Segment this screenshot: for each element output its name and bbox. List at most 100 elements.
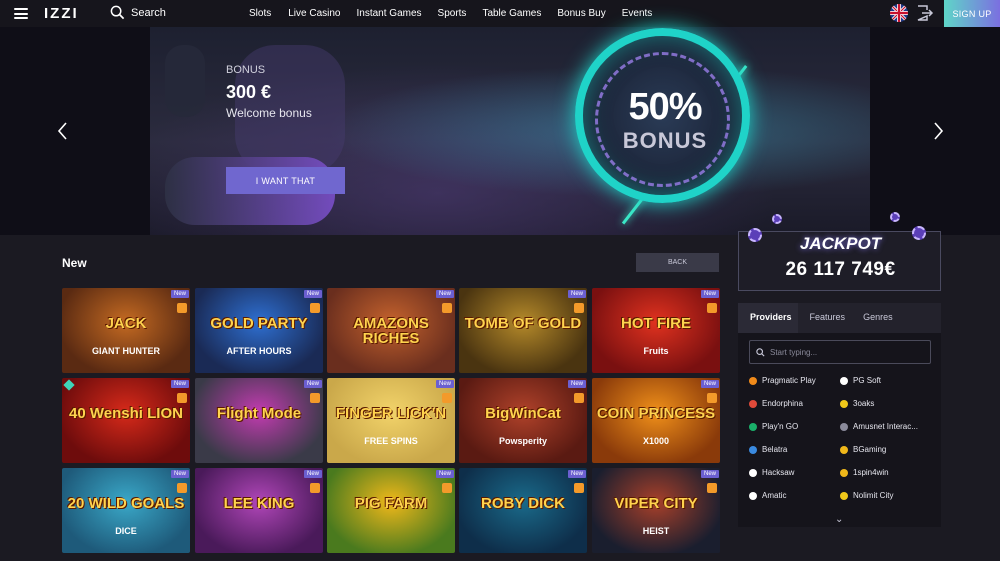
- new-badge: New: [303, 470, 322, 478]
- provider-logo-icon: [840, 491, 848, 500]
- trophy-icon: [574, 393, 584, 403]
- filter-tabs: Providers Features Genres: [738, 303, 941, 333]
- search-icon: [110, 5, 125, 20]
- provider-item[interactable]: Hacksaw: [749, 468, 839, 477]
- tab-providers[interactable]: Providers: [738, 303, 798, 333]
- search-button[interactable]: Search: [110, 5, 166, 20]
- signup-button[interactable]: SIGN UP: [944, 0, 1000, 27]
- nav-item-instant-games[interactable]: Instant Games: [357, 8, 422, 19]
- provider-item[interactable]: PG Soft: [840, 376, 930, 385]
- game-tile[interactable]: HOT FIRE Fruits New: [592, 288, 720, 373]
- game-tile[interactable]: LEE KING New: [195, 468, 323, 553]
- game-title: PIG FARM: [354, 495, 428, 512]
- game-title: AMAZONS RICHES: [353, 315, 429, 347]
- logo[interactable]: IZZI: [44, 5, 79, 22]
- provider-logo-icon: [840, 468, 848, 477]
- game-title: Flight Mode: [216, 405, 302, 422]
- game-tile[interactable]: BigWinCat Powsperity New: [459, 378, 587, 463]
- gem-icon: [63, 379, 75, 391]
- game-subtitle: AFTER HOURS: [226, 346, 292, 356]
- trophy-icon: [707, 393, 717, 403]
- trophy-icon: [574, 483, 584, 493]
- game-tile[interactable]: AMAZONS RICHES New: [327, 288, 455, 373]
- casino-chip-icon: [912, 226, 926, 240]
- nav-item-table-games[interactable]: Table Games: [482, 8, 541, 19]
- provider-item[interactable]: Belatra: [749, 445, 839, 454]
- next-slide-icon[interactable]: [933, 121, 945, 141]
- game-tile[interactable]: COIN PRINCESS X1000 New: [592, 378, 720, 463]
- provider-item[interactable]: Play'n GO: [749, 422, 839, 431]
- search-label: Search: [131, 6, 166, 19]
- login-icon[interactable]: [914, 3, 934, 23]
- nav-item-bonus-buy[interactable]: Bonus Buy: [557, 8, 605, 19]
- claim-bonus-button[interactable]: I WANT THAT: [226, 167, 345, 194]
- hero-graphic-word: BONUS: [622, 128, 708, 153]
- game-tile[interactable]: Flight Mode New: [195, 378, 323, 463]
- provider-logo-icon: [840, 445, 848, 454]
- game-title: 20 WILD GOALS: [67, 495, 185, 512]
- nav-item-events[interactable]: Events: [622, 8, 653, 19]
- trophy-icon: [442, 303, 452, 313]
- nav-item-live-casino[interactable]: Live Casino: [288, 8, 340, 19]
- provider-item[interactable]: Endorphina: [749, 399, 839, 408]
- provider-logo-icon: [840, 399, 848, 408]
- new-badge: New: [567, 380, 586, 388]
- back-button[interactable]: BACK: [636, 253, 719, 272]
- game-tile[interactable]: 40 Wenshi LION New: [62, 378, 190, 463]
- nav-item-slots[interactable]: Slots: [249, 8, 271, 19]
- game-subtitle: FREE SPINS: [364, 436, 418, 446]
- provider-logo-icon: [840, 422, 848, 431]
- game-subtitle: Powsperity: [498, 436, 547, 446]
- main-nav: Slots Live Casino Instant Games Sports T…: [249, 8, 652, 19]
- game-tile[interactable]: ROBY DICK New: [459, 468, 587, 553]
- providers-list: Pragmatic Play PG Soft Endorphina 3oaks Play…: [738, 333, 941, 527]
- provider-item[interactable]: Amusnet Interac...: [840, 422, 930, 431]
- tab-genres[interactable]: Genres: [851, 303, 899, 333]
- provider-name: Hacksaw: [762, 468, 795, 477]
- game-subtitle: DICE: [115, 526, 137, 536]
- game-tile[interactable]: GOLD PARTY AFTER HOURS New: [195, 288, 323, 373]
- trophy-icon: [177, 303, 187, 313]
- jackpot-label: JACKPOT: [799, 234, 882, 253]
- hero-label: BONUS: [226, 64, 266, 76]
- trophy-icon: [442, 483, 452, 493]
- provider-name: Play'n GO: [762, 422, 799, 431]
- chevron-down-icon[interactable]: ⌄: [835, 514, 843, 525]
- provider-name: BGaming: [853, 445, 887, 454]
- provider-logo-icon: [749, 491, 757, 500]
- provider-search[interactable]: [749, 340, 931, 364]
- hero-banner: [0, 27, 1000, 235]
- provider-item[interactable]: Amatic: [749, 491, 839, 500]
- new-badge: New: [435, 290, 454, 298]
- provider-name: 1spin4win: [853, 468, 889, 477]
- nav-item-sports[interactable]: Sports: [438, 8, 467, 19]
- new-badge: New: [700, 470, 719, 478]
- game-tile[interactable]: 20 WILD GOALS DICE New: [62, 468, 190, 553]
- game-tile[interactable]: FINGER LICK'N FREE SPINS New: [327, 378, 455, 463]
- hero-decor: [165, 45, 205, 117]
- game-tile[interactable]: JACK GIANT HUNTER New: [62, 288, 190, 373]
- provider-item[interactable]: 1spin4win: [840, 468, 930, 477]
- game-subtitle: HEIST: [642, 526, 670, 536]
- game-tile[interactable]: TOMB OF GOLD New: [459, 288, 587, 373]
- provider-item[interactable]: 3oaks: [840, 399, 930, 408]
- new-badge: New: [170, 380, 189, 388]
- provider-name: Amusnet Interac...: [853, 422, 918, 431]
- provider-item[interactable]: Pragmatic Play: [749, 376, 839, 385]
- uk-flag-icon[interactable]: [890, 4, 908, 22]
- game-subtitle: Fruits: [643, 346, 669, 356]
- game-tile[interactable]: PIG FARM New: [327, 468, 455, 553]
- provider-name: Amatic: [762, 491, 787, 500]
- provider-item[interactable]: Nolimit City: [840, 491, 930, 500]
- trophy-icon: [707, 483, 717, 493]
- jackpot-widget: JACKPOT 26 117 749€: [738, 231, 941, 291]
- tab-features[interactable]: Features: [798, 303, 852, 333]
- game-tile[interactable]: VIPER CITY HEIST New: [592, 468, 720, 553]
- menu-icon[interactable]: [14, 8, 28, 19]
- provider-name: Endorphina: [762, 399, 803, 408]
- trophy-icon: [707, 303, 717, 313]
- provider-item[interactable]: BGaming: [840, 445, 930, 454]
- prev-slide-icon[interactable]: [56, 121, 68, 141]
- provider-search-input[interactable]: [770, 347, 920, 357]
- casino-chip-icon: [890, 212, 900, 222]
